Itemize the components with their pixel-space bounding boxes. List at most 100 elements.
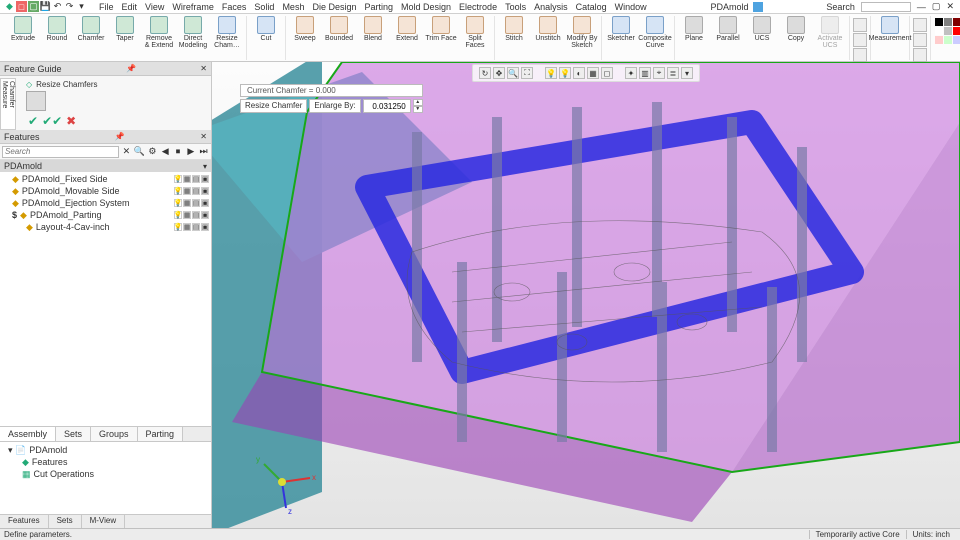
resize-chamfer-chip[interactable]: Resize Chamfer <box>240 99 307 113</box>
stop-icon[interactable]: ⏹ <box>173 146 184 158</box>
search-clear-icon[interactable]: ✕ <box>121 146 132 158</box>
ang-tool-icon[interactable] <box>853 33 867 47</box>
taper-button[interactable]: Taper <box>109 16 141 42</box>
assembly-root[interactable]: ▾ 📄PDAmold <box>4 444 207 456</box>
vt-rotate-icon[interactable]: ↻ <box>479 67 491 79</box>
round-button[interactable]: Round <box>41 16 73 42</box>
dim-tool-icon[interactable] <box>853 18 867 32</box>
menu-die-design[interactable]: Die Design <box>312 2 356 12</box>
qat-new-icon[interactable]: □ <box>16 1 27 12</box>
pin-icon[interactable]: 📌 <box>126 64 136 73</box>
vis-icon[interactable]: 💡 <box>174 223 182 231</box>
vt-wire-icon[interactable]: ▦ <box>587 67 599 79</box>
text-tool-icon[interactable] <box>853 48 867 62</box>
vis-icon[interactable]: 💡 <box>174 199 182 207</box>
vis-icon[interactable]: 💡 <box>174 187 182 195</box>
color-swatch[interactable] <box>953 18 960 26</box>
color-swatch[interactable] <box>953 27 960 35</box>
lock-icon[interactable]: ▦ <box>183 199 191 207</box>
unstitch-button[interactable]: Unstitch <box>532 16 564 42</box>
feature-node[interactable]: ◆PDAmold_Movable Side💡▦▤▣ <box>0 185 211 197</box>
prev-icon[interactable]: ◀ <box>160 146 171 158</box>
extend-button[interactable]: Extend <box>391 16 423 42</box>
color-swatch[interactable] <box>944 36 952 44</box>
vt-layer-icon[interactable]: ≣ <box>667 67 679 79</box>
chamfer-button[interactable]: Chamfer <box>75 16 107 42</box>
menu-parting[interactable]: Parting <box>364 2 393 12</box>
features-close-icon[interactable]: ✕ <box>200 132 207 141</box>
lock-icon[interactable]: ▦ <box>183 175 191 183</box>
tab-sets[interactable]: Sets <box>56 427 91 441</box>
direct-modeling-button[interactable]: Direct Modeling <box>177 16 209 49</box>
maximize-icon[interactable]: ▢ <box>932 1 941 12</box>
ext-icon[interactable]: ▣ <box>201 187 209 195</box>
vt-more-icon[interactable]: ▾ <box>681 67 693 79</box>
plane-button[interactable]: Plane <box>678 16 710 42</box>
ok-icon[interactable]: ✔ <box>28 114 38 128</box>
menu-mold-design[interactable]: Mold Design <box>401 2 451 12</box>
minimize-icon[interactable]: — <box>917 2 926 12</box>
color-swatch[interactable] <box>944 27 952 35</box>
tree-root[interactable]: PDAmold▾ <box>0 160 211 172</box>
sel-icon[interactable]: ▤ <box>192 223 200 231</box>
search-input[interactable] <box>861 2 911 12</box>
menu-tools[interactable]: Tools <box>505 2 526 12</box>
features-search-input[interactable] <box>2 146 119 158</box>
color-swatch[interactable] <box>944 18 952 26</box>
qat-more-icon[interactable]: ▾ <box>76 1 87 12</box>
qat-redo-icon[interactable]: ↷ <box>64 1 75 12</box>
vt-axis-icon[interactable]: ✦ <box>625 67 637 79</box>
menu-mesh[interactable]: Mesh <box>282 2 304 12</box>
ext-icon[interactable]: ▣ <box>201 223 209 231</box>
menu-solid[interactable]: Solid <box>254 2 274 12</box>
close-icon[interactable]: ✕ <box>946 1 954 12</box>
vt-ghost-icon[interactable]: ◻ <box>601 67 613 79</box>
measurement-button[interactable]: Measurement <box>874 16 906 42</box>
cut-button[interactable]: Cut <box>250 16 282 42</box>
vt-zoom-icon[interactable]: 🔍 <box>507 67 519 79</box>
feature-node[interactable]: $◆PDAmold_Parting💡▦▤▣ <box>0 209 211 221</box>
chamfer-value-input[interactable] <box>363 99 411 113</box>
vt-grid-icon[interactable]: ▥ <box>639 67 651 79</box>
copy-button[interactable]: Copy <box>780 16 812 42</box>
btab-mview[interactable]: M-View <box>82 515 126 528</box>
stitch-button[interactable]: Stitch <box>498 16 530 42</box>
spin-down-icon[interactable]: ▼ <box>413 106 423 113</box>
trim-face-button[interactable]: Trim Face <box>425 16 457 42</box>
activate-ucs-button[interactable]: Activate UCS <box>814 16 846 49</box>
menu-faces[interactable]: Faces <box>222 2 247 12</box>
spin-up-icon[interactable]: ▲ <box>413 99 423 106</box>
sketcher-button[interactable]: Sketcher <box>605 16 637 42</box>
menu-window[interactable]: Window <box>615 2 647 12</box>
lock-icon[interactable]: ▦ <box>183 187 191 195</box>
qat-open-icon[interactable]: ▢ <box>28 1 39 12</box>
bounded-button[interactable]: Bounded <box>323 16 355 42</box>
extrude-button[interactable]: Extrude <box>7 16 39 42</box>
modify-by-sketch-button[interactable]: Modify By Sketch <box>566 16 598 49</box>
color-swatch[interactable] <box>935 18 943 26</box>
menu-wireframe[interactable]: Wireframe <box>172 2 214 12</box>
vt-bulb2-icon[interactable]: 💡 <box>559 67 571 79</box>
feature-node[interactable]: ◆Layout-4-Cav-inch💡▦▤▣ <box>0 221 211 233</box>
filter-icon[interactable]: ⚙ <box>147 146 158 158</box>
ext-icon[interactable]: ▣ <box>201 175 209 183</box>
feature-guide-side-tab[interactable]: Chamfer Measure <box>0 78 16 130</box>
menu-electrode[interactable]: Electrode <box>459 2 497 12</box>
parallel-button[interactable]: Parallel <box>712 16 744 42</box>
blend-button[interactable]: Blend <box>357 16 389 42</box>
panel-close-icon[interactable]: ✕ <box>200 64 207 73</box>
vis-icon[interactable]: 💡 <box>174 175 182 183</box>
assembly-features[interactable]: ◆Features <box>4 456 207 468</box>
sel-icon[interactable]: ▤ <box>192 211 200 219</box>
split-faces-button[interactable]: Split Faces <box>459 16 491 49</box>
btab-sets[interactable]: Sets <box>49 515 82 528</box>
feature-node[interactable]: ◆PDAmold_Ejection System💡▦▤▣ <box>0 197 211 209</box>
wire-icon[interactable] <box>913 33 927 47</box>
hidden-icon[interactable] <box>913 48 927 62</box>
sweep-button[interactable]: Sweep <box>289 16 321 42</box>
feature-node[interactable]: ◆PDAmold_Fixed Side💡▦▤▣ <box>0 173 211 185</box>
end-icon[interactable]: ⏭ <box>198 146 209 158</box>
menu-file[interactable]: File <box>99 2 114 12</box>
tab-assembly[interactable]: Assembly <box>0 427 56 441</box>
features-pin-icon[interactable]: 📌 <box>115 132 125 141</box>
